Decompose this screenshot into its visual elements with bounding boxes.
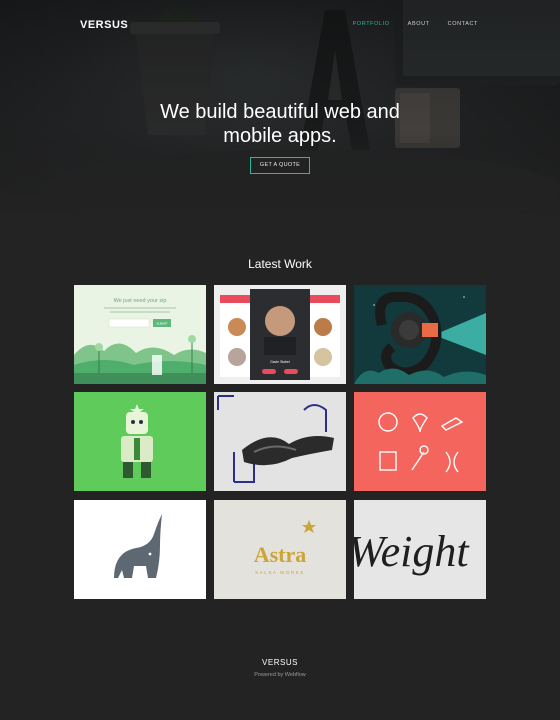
weight-word: Weight	[354, 527, 470, 576]
astra-brand: Astra	[254, 542, 307, 567]
human-hands-illustration	[214, 392, 346, 491]
nav-link-contact[interactable]: CONTACT	[448, 21, 478, 27]
get-a-quote-button[interactable]: GET A QUOTE	[250, 157, 310, 174]
portfolio-tile-zip-landing[interactable]: We just need your zip SUBMIT	[74, 285, 206, 384]
zip-submit: SUBMIT	[156, 322, 168, 326]
hero-section: VERSUS PORTFOLIO ABOUT CONTACT We build …	[0, 0, 560, 218]
weight-lettering-illustration: Weight	[354, 500, 486, 599]
brand-logo[interactable]: VERSUS	[80, 19, 128, 31]
portfolio-tile-weight-lettering[interactable]: Weight	[354, 500, 486, 599]
portfolio-tile-elephant-logo[interactable]	[74, 500, 206, 599]
icon-set-illustration	[354, 392, 486, 491]
chef-app-illustration: Gavin Stobel	[214, 285, 346, 384]
top-nav: VERSUS PORTFOLIO ABOUT CONTACT	[0, 0, 560, 50]
nav-links: PORTFOLIO ABOUT CONTACT	[353, 21, 478, 27]
astra-sub: SALSA WORKS	[255, 570, 305, 575]
hero-title-line-2: mobile apps.	[223, 125, 337, 147]
astra-logo-illustration: Astra SALSA WORKS	[214, 500, 346, 599]
footer-powered-by[interactable]: Powered by Webflow	[0, 672, 560, 678]
zip-heading: We just need your zip	[114, 298, 167, 304]
portfolio-tile-robot-character[interactable]	[74, 392, 206, 491]
nav-link-about[interactable]: ABOUT	[408, 21, 430, 27]
zip-landing-illustration: We just need your zip SUBMIT	[74, 285, 206, 384]
latest-work-title: Latest Work	[248, 257, 312, 271]
nav-link-portfolio[interactable]: PORTFOLIO	[353, 21, 390, 27]
portfolio-tile-human-hands[interactable]	[214, 392, 346, 491]
elephant-logo-illustration	[74, 500, 206, 599]
hero-title-line-1: We build beautiful web and	[160, 101, 400, 123]
chef-name: Gavin Stobel	[270, 360, 290, 364]
portfolio-grid: We just need your zip SUBMIT Gavin Stobe…	[74, 285, 486, 599]
portfolio-tile-astra-logo[interactable]: Astra SALSA WORKS	[214, 500, 346, 599]
hero-title: We build beautiful web and mobile apps.	[0, 100, 560, 148]
footer-brand[interactable]: VERSUS	[0, 658, 560, 667]
tentacle-robot-illustration	[354, 285, 486, 384]
portfolio-tile-tentacle-robot[interactable]	[354, 285, 486, 384]
portfolio-tile-chef-app[interactable]: Gavin Stobel	[214, 285, 346, 384]
robot-character-illustration	[74, 392, 206, 491]
portfolio-tile-icon-set[interactable]	[354, 392, 486, 491]
